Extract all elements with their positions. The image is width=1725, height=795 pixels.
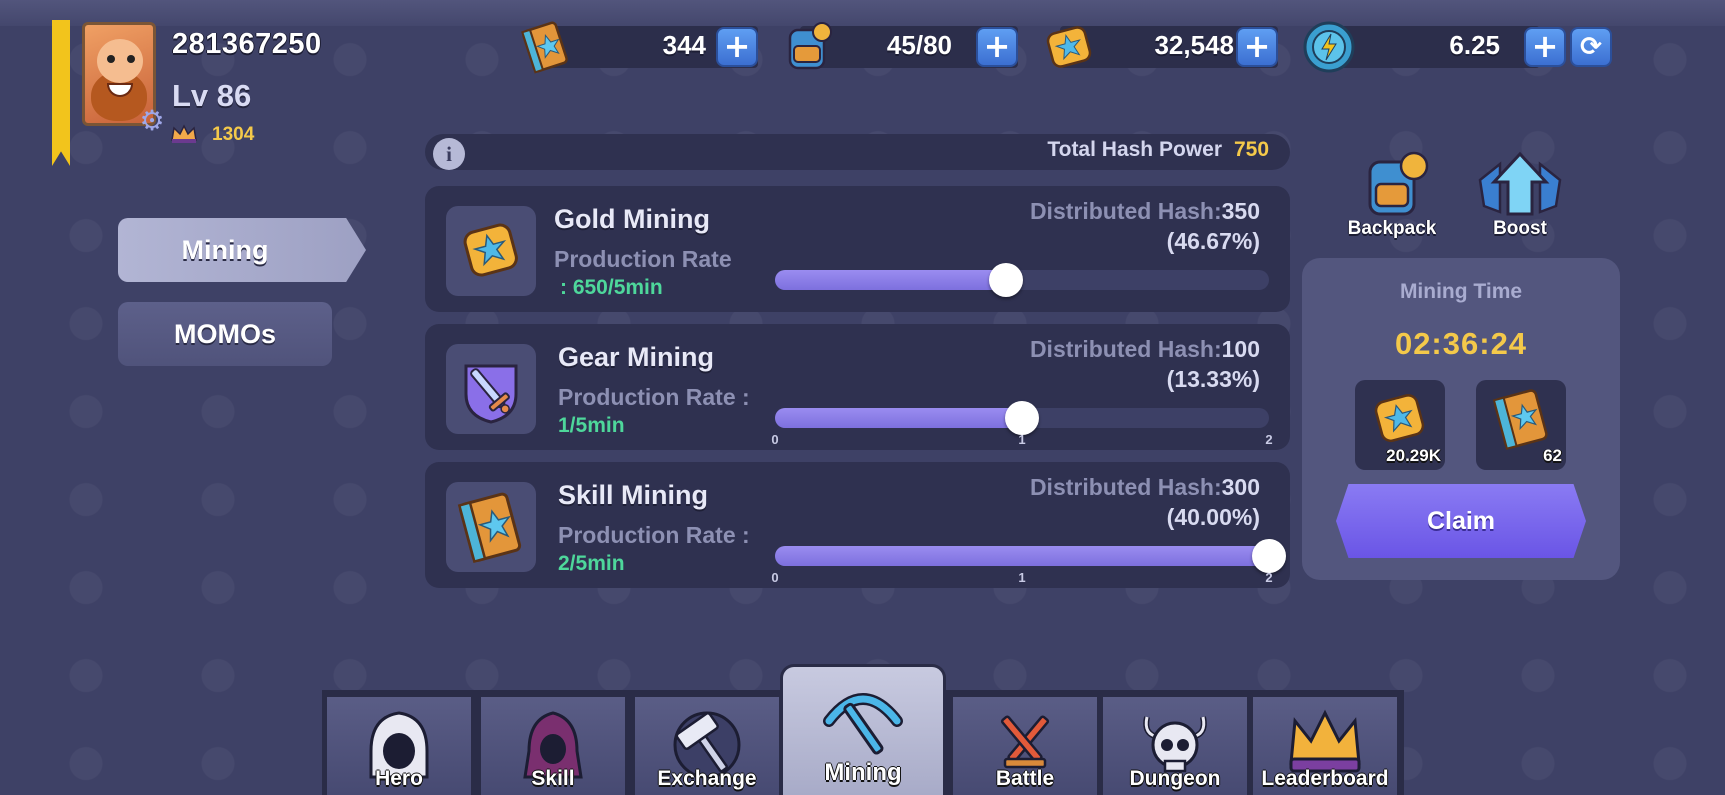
skill-production-rate-value: 2/5min — [558, 552, 625, 575]
gear-tick-2: 2 — [1265, 432, 1273, 447]
skill-slider-thumb[interactable] — [1252, 539, 1286, 573]
nav-hero-label: Hero — [375, 767, 423, 790]
skill-distributed-hash: Distributed Hash:300 — [900, 474, 1260, 501]
backpack-button[interactable]: Backpack — [1332, 150, 1452, 240]
reward-books-slot: 62 — [1476, 380, 1566, 470]
gold-coin-icon — [1046, 26, 1092, 68]
nav-leaderboard-label: Leaderboard — [1261, 767, 1389, 790]
skill-distributed-pct: (40.00%) — [1166, 504, 1260, 530]
boost-arrow-icon — [1478, 151, 1562, 216]
skill-hash-slider[interactable] — [775, 539, 1286, 573]
skill-tick-0: 0 — [771, 570, 779, 585]
gear-slider-fill — [775, 408, 1022, 428]
gear-distributed-hash-value: 100 — [1221, 336, 1260, 362]
nav-dungeon-label: Dungeon — [1129, 767, 1221, 790]
gold-distributed-pct: (46.67%) — [1166, 228, 1260, 254]
gold-hash-slider[interactable] — [775, 263, 1269, 297]
energy-token-icon — [1303, 21, 1355, 73]
settings-gear-icon[interactable]: ⚙ — [137, 106, 167, 136]
gold-production-rate-value: : 650/5min — [560, 276, 663, 299]
refresh-button[interactable]: ⟳ — [1570, 27, 1612, 67]
backpack-capacity: 45/80 — [886, 30, 952, 60]
nav-skill-label: Skill — [531, 767, 575, 790]
skill-slider-fill — [775, 546, 1269, 566]
nav-exchange-label: Exchange — [657, 767, 757, 790]
add-backpack-button[interactable]: + — [976, 27, 1018, 67]
nav-mining[interactable]: Mining — [780, 664, 946, 795]
info-icon[interactable]: i — [433, 138, 465, 170]
gold-slider-thumb[interactable] — [988, 263, 1023, 297]
tab-mining[interactable]: Mining — [118, 218, 366, 282]
backpack-icon — [1368, 151, 1429, 216]
gold-distributed-hash-label: Distributed Hash: — [1029, 198, 1222, 224]
gear-hash-slider[interactable] — [775, 401, 1269, 435]
backpack-icon — [788, 22, 832, 70]
player-level: Lv 86 — [172, 78, 252, 113]
energy-count: 6.25 — [1449, 30, 1500, 60]
skill-mining-icon — [446, 482, 536, 572]
gear-production-rate-value: 1/5min — [558, 414, 625, 437]
nav-exchange[interactable]: Exchange — [632, 694, 782, 795]
player-id: 281367250 — [172, 28, 322, 60]
skill-book-icon — [521, 21, 568, 74]
nav-hero[interactable]: Hero — [324, 694, 474, 795]
gear-distributed-hash: Distributed Hash:100 — [900, 336, 1260, 363]
total-hash-label: Total Hash Power — [1047, 138, 1222, 161]
nav-dungeon[interactable]: Dungeon — [1100, 694, 1250, 795]
gold-production-rate-label: Production Rate — [554, 246, 732, 272]
profile-ribbon — [52, 20, 70, 166]
nav-battle[interactable]: Battle — [950, 694, 1100, 795]
add-skill-books-button[interactable]: + — [716, 27, 758, 67]
boost-button[interactable]: Boost — [1460, 150, 1580, 240]
gold-mining-title: Gold Mining — [554, 204, 710, 234]
mining-time-label: Mining Time — [1399, 280, 1523, 303]
skill-distributed-hash-label: Distributed Hash: — [1029, 474, 1222, 500]
tab-momos[interactable]: MOMOs — [118, 302, 332, 366]
claim-button[interactable]: Claim — [1336, 484, 1586, 558]
backpack-label: Backpack — [1347, 218, 1437, 239]
skill-tick-1: 1 — [1018, 570, 1026, 585]
top-strip — [0, 0, 1725, 26]
pickaxe-icon — [823, 693, 903, 755]
gear-mining-title: Gear Mining — [558, 342, 715, 372]
nav-skill[interactable]: Skill — [478, 694, 628, 795]
reward-gold-slot: 20.29K — [1355, 380, 1445, 470]
gold-distributed-hash-value: 350 — [1221, 198, 1260, 224]
trophy-crown-icon — [171, 124, 197, 143]
skill-tick-2: 2 — [1265, 570, 1273, 585]
gear-production-rate-label: Production Rate : — [558, 384, 750, 410]
nav-leaderboard[interactable]: Leaderboard — [1250, 694, 1400, 795]
nav-battle-label: Battle — [995, 767, 1055, 790]
gold-slider-fill — [775, 270, 1006, 290]
reward-gold-count: 20.29K — [1386, 446, 1441, 465]
reward-books-count: 62 — [1543, 446, 1562, 465]
boost-label: Boost — [1493, 218, 1547, 239]
gear-tick-0: 0 — [771, 432, 779, 447]
gear-distributed-hash-label: Distributed Hash: — [1029, 336, 1222, 362]
gear-distributed-pct: (13.33%) — [1166, 366, 1260, 392]
skill-distributed-hash-value: 300 — [1221, 474, 1260, 500]
gear-mining-icon — [446, 344, 536, 434]
skill-mining-title: Skill Mining — [558, 480, 709, 510]
gear-slider-thumb[interactable] — [1005, 401, 1039, 435]
total-hash-value: 750 — [1234, 138, 1270, 161]
add-gold-button[interactable]: + — [1236, 27, 1278, 67]
gold-count: 32,548 — [1154, 30, 1234, 60]
gear-tick-1: 1 — [1018, 432, 1026, 447]
gold-distributed-hash: Distributed Hash:350 — [900, 198, 1260, 225]
skill-production-rate-label: Production Rate : — [558, 522, 750, 548]
mining-time-value: 02:36:24 — [1394, 326, 1528, 361]
skill-books-count: 344 — [662, 30, 706, 60]
nav-mining-label: Mining — [824, 759, 902, 786]
trophy-count: 1304 — [212, 124, 255, 145]
add-energy-button[interactable]: + — [1524, 27, 1566, 67]
gold-mining-icon — [446, 206, 536, 296]
